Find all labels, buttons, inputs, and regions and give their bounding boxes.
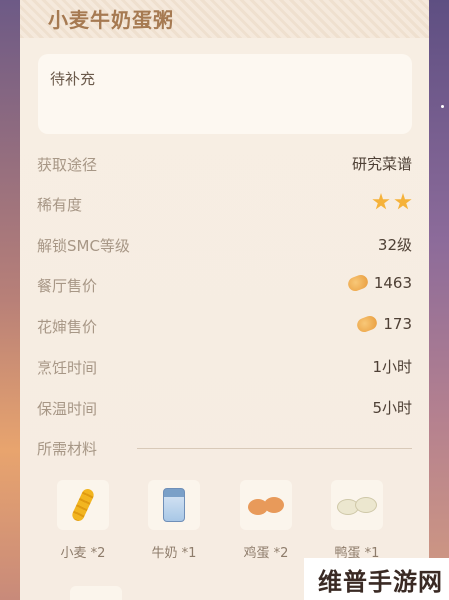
milk-bottle-icon: [148, 480, 200, 530]
stat-row-cook-time: 烹饪时间 1小时: [37, 355, 412, 379]
ingredient-label: 小麦 *2: [60, 546, 106, 561]
recipe-header: 小麦牛奶蛋粥: [20, 0, 429, 38]
ingredient-label: 牛奶 *1: [151, 546, 197, 561]
stat-label: 获取途径: [37, 156, 98, 174]
stat-value: 1小时: [372, 358, 412, 376]
ingredient-wheat[interactable]: 小麦 *2: [43, 480, 123, 570]
background-right: [429, 0, 449, 600]
stat-label: 稀有度: [37, 196, 83, 214]
watermark: 维普手游网: [304, 558, 449, 600]
rarity-stars: [372, 193, 412, 211]
star-icon: [372, 193, 390, 210]
stat-value: 1463: [346, 273, 412, 293]
ingredient-label: 鸡蛋 *2: [243, 546, 289, 561]
coin-icon: [355, 314, 380, 334]
divider: [137, 448, 412, 449]
coin-icon: [346, 273, 370, 293]
duck-egg-icon: [331, 480, 383, 530]
background-left: [0, 0, 20, 600]
stat-label: 餐厅售价: [37, 277, 98, 295]
price-value: 1463: [373, 274, 412, 292]
stat-row-unlock-level: 解锁SMC等级 32级: [37, 233, 412, 257]
stat-value: 研究菜谱: [351, 155, 412, 173]
stat-value: 32级: [377, 236, 412, 254]
materials-section-header: 所需材料: [37, 436, 412, 460]
ingredient-milk[interactable]: 牛奶 *1: [134, 480, 214, 570]
stat-row-restaurant-price: 餐厅售价 1463: [37, 273, 412, 297]
stat-row-warm-time: 保温时间 5小时: [37, 396, 412, 420]
stat-value: 173: [355, 314, 412, 334]
stat-label: 解锁SMC等级: [37, 237, 130, 255]
ingredient-duck-egg[interactable]: 鸭蛋 *1: [317, 480, 397, 570]
stat-row-rarity: 稀有度: [37, 192, 412, 216]
ingredient-chicken-egg[interactable]: 鸡蛋 *2: [226, 480, 306, 570]
materials-label: 所需材料: [37, 440, 98, 458]
description-box: 待补充: [38, 54, 412, 134]
stat-label: 烹饪时间: [37, 359, 98, 377]
chicken-egg-icon: [240, 480, 292, 530]
stat-row-aunt-price: 花婶售价 173: [37, 314, 412, 338]
description-text: 待补充: [50, 70, 96, 88]
stat-value: 5小时: [372, 399, 412, 417]
stat-row-source: 获取途径 研究菜谱: [37, 152, 412, 176]
recipe-title: 小麦牛奶蛋粥: [48, 8, 174, 32]
recipe-detail-panel: 小麦牛奶蛋粥 待补充 获取途径 研究菜谱 稀有度 解锁SMC等级 32级 餐厅售…: [20, 0, 429, 600]
sparkle-icon: [441, 105, 444, 108]
stat-label: 保温时间: [37, 400, 98, 418]
watermark-text: 维普手游网: [318, 568, 443, 596]
price-value: 173: [383, 315, 412, 333]
stat-label: 花婶售价: [37, 318, 98, 336]
star-icon: [394, 193, 412, 210]
wheat-icon: [57, 480, 109, 530]
ingredient-partial-icon: [70, 586, 122, 600]
